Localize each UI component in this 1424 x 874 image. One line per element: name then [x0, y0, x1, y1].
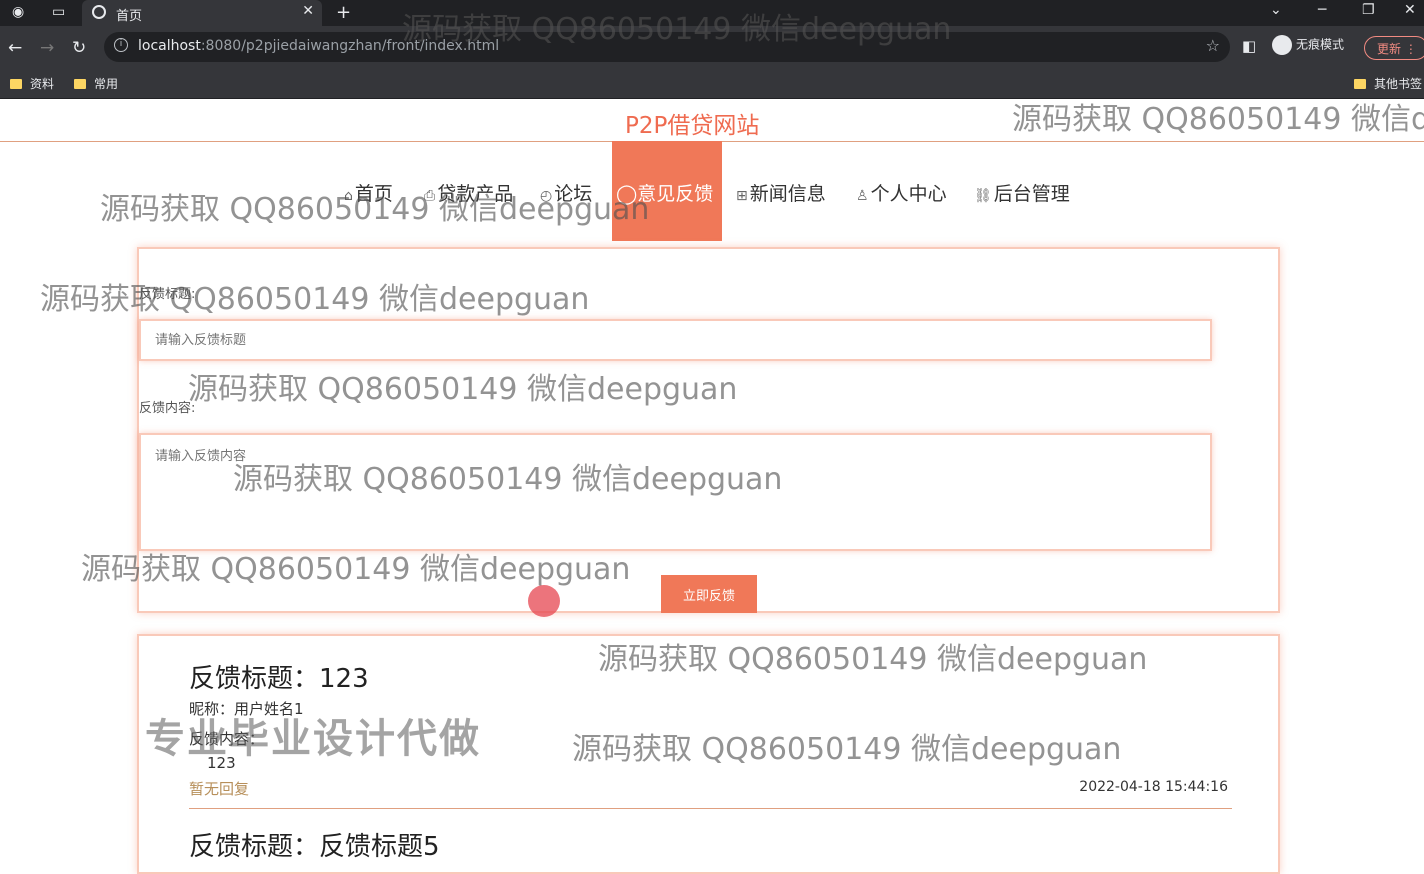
nav-label: 新闻信息 [749, 183, 826, 205]
globe-icon [92, 5, 106, 19]
feedback-title-input[interactable] [139, 319, 1212, 361]
user-icon: ♙ [856, 188, 869, 204]
bookmark-label: 资料 [30, 77, 55, 91]
folder-icon [74, 79, 86, 89]
other-bookmarks[interactable]: 其他书签 [1354, 75, 1422, 92]
nav-item-profile[interactable]: ♙ 个人中心 [856, 179, 947, 206]
restore-button[interactable]: ❐ [1362, 2, 1375, 18]
watermark-text: 源码获取 QQ86050149 微信deepguan [233, 462, 783, 497]
bookmark-item[interactable]: 资料 [10, 75, 54, 92]
watermark-text: 源码获取 QQ86050149 微信deepguan [40, 282, 590, 317]
update-label: 更新 [1377, 42, 1402, 56]
folder-icon [1354, 79, 1366, 89]
bookmark-label: 常用 [94, 77, 119, 91]
watermark-text: 源码获取 QQ86050149 微信deepguan [81, 552, 631, 587]
url-host: localhost [138, 38, 201, 54]
content-label: 反馈内容: [139, 401, 196, 416]
new-tab-button[interactable]: + [336, 2, 351, 23]
submit-feedback-button[interactable]: 立即反馈 [661, 575, 757, 613]
cursor-highlight [528, 585, 560, 617]
forward-button[interactable]: → [40, 38, 54, 58]
nav-label: 后台管理 [993, 183, 1070, 205]
tab-close-button[interactable]: ✕ [302, 3, 314, 19]
bookmark-item[interactable]: 常用 [74, 75, 118, 92]
back-button[interactable]: ← [8, 38, 22, 58]
feedback-title: 反馈标题：反馈标题5 [189, 832, 440, 862]
side-panel-icon[interactable]: ◧ [1242, 37, 1256, 55]
watermark-text: 源码获取 QQ86050149 微信de [1012, 102, 1424, 137]
browser-menu-icon[interactable]: ◉ [12, 4, 24, 20]
grid-icon: ⊞ [736, 188, 748, 204]
tab-title: 首页 [116, 9, 143, 24]
chevron-down-icon[interactable]: ⌄ [1270, 2, 1282, 18]
tab-search-icon[interactable]: ▭ [52, 4, 65, 20]
watermark-text: 源码获取 QQ86050149 微信deepguan [188, 372, 738, 407]
incognito-icon [1272, 35, 1292, 55]
reload-button[interactable]: ↻ [72, 38, 86, 58]
nav-label: 个人中心 [870, 183, 947, 205]
info-icon[interactable]: i [114, 38, 128, 52]
watermark-text: 源码获取 QQ86050149 微信deepguan [572, 732, 1122, 767]
incognito-label: 无痕模式 [1296, 37, 1345, 52]
nav-item-news[interactable]: ⊞ 新闻信息 [736, 179, 826, 206]
link-icon: ⛓ [974, 188, 992, 204]
folder-icon [10, 79, 22, 89]
update-button[interactable]: 更新 ⋮ [1364, 36, 1424, 60]
site-title: P2P借贷网站 [625, 113, 760, 139]
watermark-text: 源码获取 QQ86050149 微信deepguan [100, 192, 650, 227]
watermark-text: 源码获取 QQ86050149 微信deepguan [598, 642, 1148, 677]
minimize-button[interactable]: ─ [1318, 2, 1326, 18]
bookmark-label: 其他书签 [1374, 77, 1423, 91]
feedback-title: 反馈标题：123 [189, 664, 369, 694]
bookmark-star-icon[interactable]: ☆ [1206, 36, 1220, 55]
nav-item-admin[interactable]: ⛓ 后台管理 [974, 179, 1070, 206]
divider [189, 808, 1232, 809]
feedback-reply: 暂无回复 [189, 780, 250, 798]
watermark-stamp: 专业毕业设计代做 [145, 716, 481, 762]
feedback-time: 2022-04-18 15:44:16 [1079, 779, 1228, 795]
close-window-button[interactable]: ✕ [1404, 2, 1416, 18]
incognito-indicator[interactable]: 无痕模式 [1272, 35, 1344, 55]
watermark-text: 源码获取 QQ86050149 微信deepguan [402, 12, 952, 47]
browser-tab[interactable]: 首页 ✕ [82, 0, 322, 26]
